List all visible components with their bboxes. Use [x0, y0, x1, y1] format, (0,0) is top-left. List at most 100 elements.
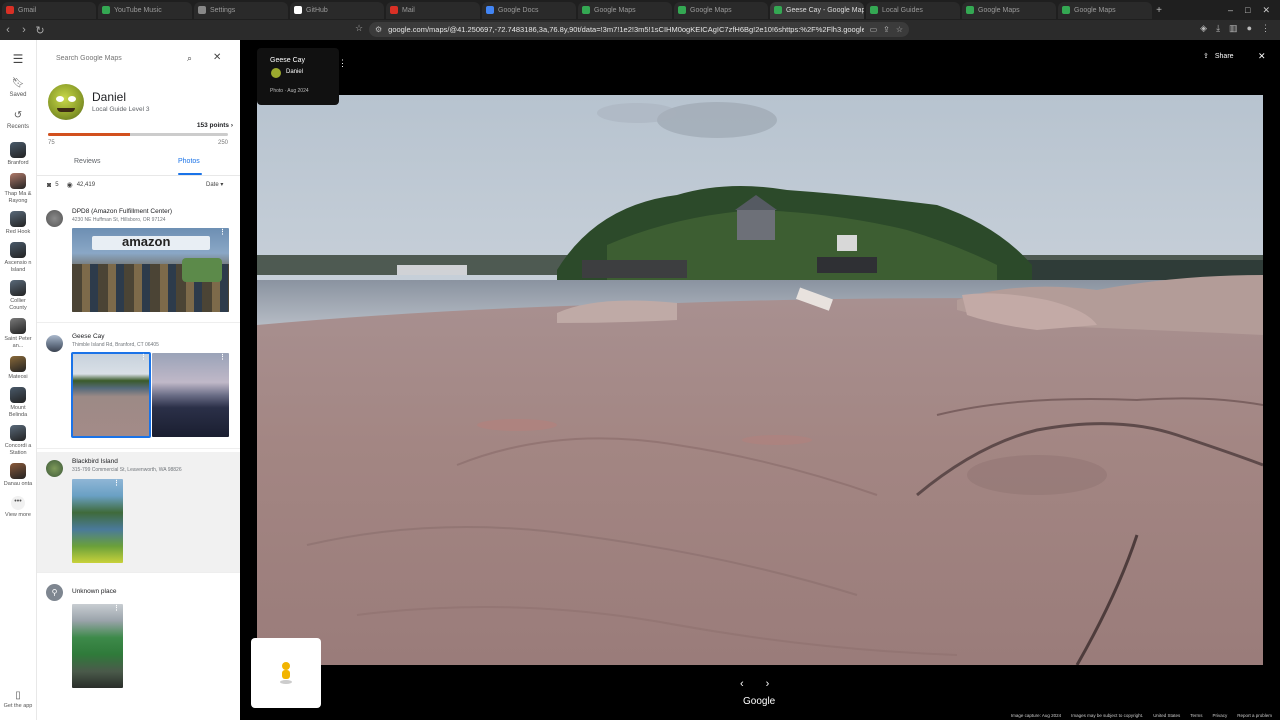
recent-place-item[interactable]: Branford	[0, 142, 37, 167]
search-input[interactable]	[45, 54, 175, 62]
close-viewer-icon[interactable]: ✕	[1258, 51, 1266, 62]
browser-tab[interactable]: GitHub	[290, 1, 384, 19]
footer-item[interactable]: Privacy	[1212, 713, 1227, 718]
place-title[interactable]: Blackbird Island	[72, 458, 118, 465]
close-icon[interactable]: ✕	[213, 52, 221, 63]
footer-item[interactable]: Report a problem	[1237, 713, 1272, 718]
view-more-label: View more	[5, 512, 31, 518]
place-title[interactable]: DPD8 (Amazon Fulfillment Center)	[72, 208, 172, 215]
recent-place-item[interactable]: Danau onta	[0, 463, 37, 488]
previous-photo-icon[interactable]: ‹	[740, 678, 744, 690]
recent-place-label: Branford	[7, 160, 29, 166]
photo-menu-icon[interactable]: ⋮	[338, 58, 347, 69]
browser-tab[interactable]: Settings	[194, 1, 288, 19]
footer-item[interactable]: United States	[1153, 713, 1180, 718]
tab-title: Mail	[402, 6, 415, 14]
photo-place-title[interactable]: Geese Cay	[270, 57, 305, 64]
browser-tab[interactable]: Google Maps	[962, 1, 1056, 19]
cast-icon[interactable]: ▭	[870, 25, 878, 34]
browser-tab[interactable]: Google Docs	[482, 1, 576, 19]
points-link[interactable]: 153 points ›	[197, 122, 233, 129]
search-icon[interactable]: ⌕	[187, 53, 192, 64]
place-title[interactable]: Unknown place	[72, 588, 116, 595]
recent-place-item[interactable]: Saint Peter an...	[0, 318, 37, 350]
next-photo-icon[interactable]: ›	[766, 678, 770, 690]
photo-options-icon[interactable]: ⋮	[113, 480, 120, 487]
tab-photos[interactable]: Photos	[178, 158, 200, 165]
camera-icon: ◙	[47, 181, 52, 189]
photo-options-icon[interactable]: ⋮	[219, 229, 226, 236]
tab-favicon-icon	[486, 6, 494, 14]
photo-options-icon[interactable]: ⋮	[219, 354, 226, 361]
menu-icon[interactable]: ☰	[13, 52, 24, 66]
site-info-icon[interactable]: ⚙	[375, 25, 382, 34]
recent-place-item[interactable]: Concordi a Station	[0, 425, 37, 457]
maximize-icon[interactable]: □	[1245, 5, 1250, 16]
profile-tabs: Reviews Photos	[37, 154, 240, 176]
place-photo[interactable]: amazon ⋮	[72, 228, 229, 312]
extensions-area: ◈ ⤓ ▥ ● ⋮	[1200, 23, 1270, 34]
browser-tab[interactable]: Geese Cay - Google Maps✕	[770, 1, 864, 19]
place-photo[interactable]: ⋮	[72, 479, 123, 563]
photo-stats: ◙ 5 ◉ 42,419	[47, 181, 95, 190]
main-photo[interactable]	[257, 95, 1263, 665]
view-more-button[interactable]: ••• View more	[5, 496, 31, 519]
avatar[interactable]	[48, 84, 84, 120]
saved-button[interactable]: 🔖︎ Saved	[0, 78, 37, 99]
forward-icon[interactable]: ›	[16, 24, 32, 36]
place-title[interactable]: Geese Cay	[72, 333, 105, 340]
tab-title: Google Docs	[498, 6, 539, 14]
browser-tab[interactable]: YouTube Music	[98, 1, 192, 19]
browser-tab[interactable]: Local Guides	[866, 1, 960, 19]
new-tab-button[interactable]: +	[1152, 5, 1166, 16]
footer-item[interactable]: Terms	[1190, 713, 1202, 718]
uploader-name[interactable]: Daniel	[286, 69, 303, 75]
back-icon[interactable]: ‹	[0, 24, 16, 36]
selected-place-photo[interactable]: ⋮	[71, 352, 151, 438]
place-photo[interactable]: ⋮	[152, 353, 229, 437]
photo-options-icon[interactable]: ⋮	[140, 354, 147, 361]
bookmark-icon[interactable]: ☆	[355, 23, 363, 34]
photo-entry[interactable]: Geese Cay Thimble Island Rd, Branford, C…	[37, 327, 240, 449]
sort-dropdown[interactable]: Date ▾	[206, 181, 223, 188]
profile-icon[interactable]: ●	[1247, 23, 1252, 34]
browser-tab[interactable]: Google Maps	[1058, 1, 1152, 19]
place-photo[interactable]: ⋮	[72, 604, 123, 688]
photo-entry[interactable]: DPD8 (Amazon Fulfillment Center) 4230 NE…	[37, 202, 240, 323]
browser-tab[interactable]: Google Maps	[578, 1, 672, 19]
recent-place-item[interactable]: Red Hook	[0, 211, 37, 236]
recent-place-item[interactable]: Collier County	[0, 280, 37, 312]
tab-title: Settings	[210, 6, 236, 14]
share-button[interactable]: ⇪ Share	[1203, 52, 1234, 61]
recent-place-item[interactable]: Ascensio n Island	[0, 242, 37, 274]
uploader-avatar[interactable]	[271, 68, 281, 78]
recent-place-label: Mateosi	[8, 374, 28, 380]
browser-tab[interactable]: Gmail	[2, 1, 96, 19]
close-window-icon[interactable]: ✕	[1262, 5, 1270, 16]
street-view-pegman-button[interactable]	[251, 638, 321, 708]
active-tab-indicator	[178, 173, 202, 175]
downloads-icon[interactable]: ⤓	[1216, 23, 1220, 34]
more-menu-icon[interactable]: ⋮	[1261, 23, 1270, 34]
photo-options-icon[interactable]: ⋮	[113, 605, 120, 612]
tab-reviews[interactable]: Reviews	[74, 158, 100, 165]
star-icon[interactable]: ☆	[896, 25, 903, 34]
recent-place-item[interactable]: Thap Ma & Rayong	[0, 173, 37, 205]
minimize-icon[interactable]: –	[1228, 5, 1233, 16]
recent-place-item[interactable]: Mount Belinda	[0, 387, 37, 419]
browser-tab[interactable]: Google Maps	[674, 1, 768, 19]
amazon-sign-text: amazon	[122, 234, 171, 249]
share-page-icon[interactable]: ⇪	[883, 25, 890, 34]
recent-place-item[interactable]: Mateosi	[0, 356, 37, 381]
browser-tab[interactable]: Mail	[386, 1, 480, 19]
photo-entry[interactable]: ⚲ Unknown place ⋮	[37, 576, 240, 706]
profile-name: Daniel	[92, 90, 127, 104]
recents-button[interactable]: ↺ Recents	[0, 110, 37, 131]
reload-icon[interactable]: ↻	[32, 24, 48, 37]
address-bar[interactable]: ⚙ google.com/maps/@41.250697,-72.7483186…	[369, 22, 909, 37]
get-app-button[interactable]: ▯ Get the app	[4, 690, 33, 710]
extension-icon[interactable]: ◈	[1200, 23, 1207, 34]
sidebar-icon[interactable]: ▥	[1229, 23, 1238, 34]
window-controls: – □ ✕	[1228, 5, 1280, 16]
photo-entry[interactable]: Blackbird Island 315-799 Commercial St, …	[37, 452, 240, 573]
